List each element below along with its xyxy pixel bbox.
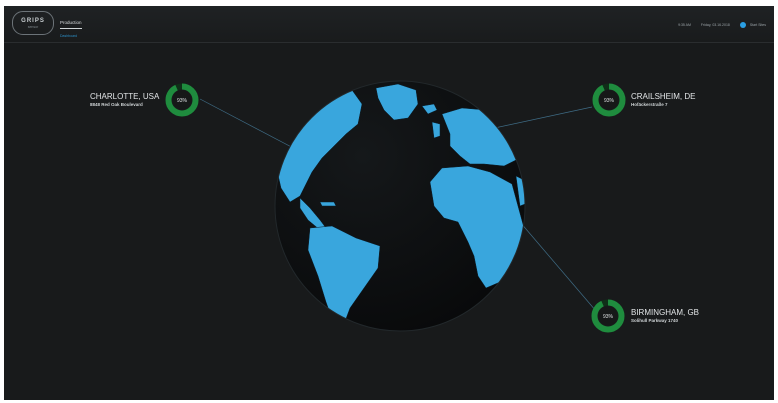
percent-label-charlotte: 93% (177, 98, 188, 104)
gauge-birmingham[interactable]: 93% (591, 299, 625, 333)
location-address-charlotte: 8848 Red Oak Boulevard (90, 102, 143, 107)
gauge-crailsheim[interactable]: 93% (592, 83, 626, 117)
location-address-birmingham: Solihull Parkway 1740 (631, 318, 679, 323)
gauge-charlotte[interactable]: 93% (165, 83, 199, 117)
dashboard-frame: GRIPS sensor Production Dashboard 9:35 A… (4, 6, 774, 400)
percent-label-crailsheim: 93% (604, 98, 615, 104)
location-name-charlotte[interactable]: CHARLOTTE, USA (90, 92, 159, 101)
percent-label-birmingham: 93% (603, 314, 614, 320)
world-map-view: 93% 93% 93% (165, 80, 626, 333)
globe[interactable] (274, 80, 530, 332)
location-address-crailsheim: Hofäckerstraße 7 (631, 102, 668, 107)
location-name-crailsheim[interactable]: CRAILSHEIM, DE (631, 92, 695, 101)
connector-line-birmingham (513, 214, 597, 312)
location-name-birmingham[interactable]: BIRMINGHAM, GB (631, 308, 699, 317)
